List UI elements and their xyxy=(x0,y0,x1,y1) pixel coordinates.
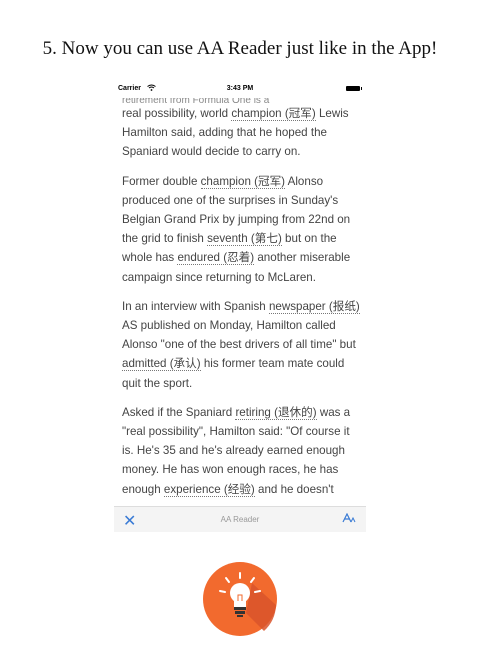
article-text: Former double xyxy=(122,174,201,188)
article-paragraph: Former double champion (冠军) Alonso produ… xyxy=(122,172,360,287)
glossed-word[interactable]: endured (忍着) xyxy=(177,251,255,266)
glossed-word[interactable]: experience (经验) xyxy=(163,482,255,497)
lightbulb-logo xyxy=(202,561,278,637)
battery-icon xyxy=(346,86,362,91)
glossed-word[interactable]: champion (冠军) xyxy=(231,107,316,121)
article-paragraph: In an interview with Spanish newspaper (… xyxy=(122,297,360,393)
article-reader[interactable]: retirement from Formula One is a real po… xyxy=(122,98,360,506)
glossed-word[interactable]: champion (冠军) xyxy=(200,174,286,189)
glossed-word[interactable]: seventh (第七) xyxy=(207,232,282,247)
toolbar-title: AA Reader xyxy=(220,515,260,524)
article-text: Asked if the Spaniard xyxy=(122,405,236,419)
reader-toolbar: ✕ AA Reader xyxy=(114,506,366,532)
lightbulb-icon xyxy=(203,562,277,636)
status-bar: Carrier 3:43 PM xyxy=(114,82,366,96)
article-paragraph: real possibility, world champion (冠军) Le… xyxy=(122,104,360,162)
phone-screenshot: Carrier 3:43 PM retirement from Formula … xyxy=(114,82,366,532)
glossed-word[interactable]: newspaper (报纸) xyxy=(268,299,360,314)
font-size-icon[interactable] xyxy=(342,512,356,526)
glossed-word[interactable]: admitted (承认) xyxy=(122,357,201,372)
article-text: real possibility, world xyxy=(122,107,232,120)
glossed-word[interactable]: retiring (退休的) xyxy=(235,405,317,420)
article-text: AS published on Monday, Hamilton called … xyxy=(122,319,356,352)
page-headline: 5. Now you can use AA Reader just like i… xyxy=(42,38,438,59)
status-time: 3:43 PM xyxy=(226,85,254,92)
article-text: and he doesn't xyxy=(254,482,334,496)
article-text: In an interview with Spanish xyxy=(122,299,269,313)
article-paragraph: Asked if the Spaniard retiring (退休的) was… xyxy=(122,403,360,499)
